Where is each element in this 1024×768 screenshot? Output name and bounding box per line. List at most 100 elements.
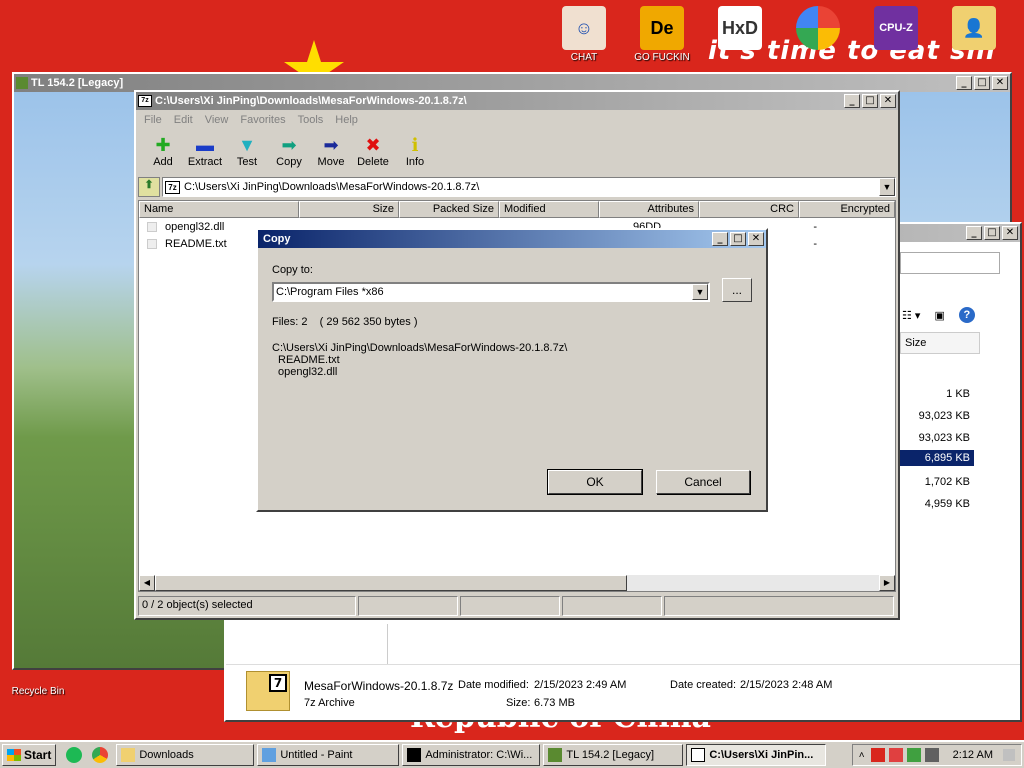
cancel-button[interactable]: Cancel [656, 470, 750, 494]
copy-to-label: Copy to: [272, 264, 313, 276]
address-dropdown-icon[interactable]: ▼ [879, 178, 895, 196]
task-downloads[interactable]: Downloads [116, 744, 255, 766]
details-size-value: 6.73 MB [534, 697, 575, 709]
task-paint[interactable]: Untitled - Paint [257, 744, 400, 766]
status-panel-5 [664, 596, 894, 616]
menu-help[interactable]: Help [331, 114, 366, 126]
show-desktop-icon[interactable] [1003, 749, 1015, 761]
minecraft-icon [16, 77, 28, 89]
minimize-button[interactable]: _ [844, 94, 860, 108]
view-options-icon[interactable]: ☷ ▾ [902, 309, 920, 322]
close-button[interactable]: ✕ [748, 232, 764, 246]
maximize-button[interactable]: □ [862, 94, 878, 108]
copy-to-combobox[interactable]: C:\Program Files *x86 ▼ [272, 282, 710, 302]
file-icon [147, 221, 157, 232]
clock[interactable]: 2:12 AM [953, 749, 993, 761]
copy-dialog[interactable]: Copy _ □ ✕ Copy to: C:\Program Files *x8… [256, 228, 768, 512]
user-folder-icon: 👤 [952, 6, 996, 50]
column-header-packed-size[interactable]: Packed Size [399, 201, 499, 218]
toolbar-add-button[interactable]: ✚ Add [142, 134, 184, 172]
task-sevenzip[interactable]: C:\Users\Xi JinPin... [686, 744, 827, 766]
desktop-icon-cpuz[interactable]: CPU-Z [864, 6, 928, 52]
close-button[interactable]: ✕ [992, 76, 1008, 90]
column-header-size[interactable]: Size [299, 201, 399, 218]
toolbar-copy-button[interactable]: ➡ Copy [268, 134, 310, 172]
windows-logo-icon [7, 749, 21, 761]
desktop-icon-hxd[interactable]: HxD [708, 6, 772, 52]
maximize-button[interactable]: □ [730, 232, 746, 246]
tray-expand-icon[interactable]: ˄ [859, 750, 865, 761]
hxd-icon: HxD [718, 6, 762, 50]
column-headers: Name Size Packed Size Modified Attributes CRC… [139, 201, 895, 218]
menu-file[interactable]: File [140, 114, 170, 126]
minimize-button[interactable]: _ [966, 226, 982, 240]
toolbar-test-button[interactable]: ▼ Test [226, 134, 268, 172]
chrome-icon[interactable] [92, 747, 109, 763]
explorer-search-input[interactable] [900, 252, 1000, 274]
copy-to-input[interactable]: C:\Program Files *x86 [274, 286, 692, 298]
start-button[interactable]: Start [2, 744, 57, 766]
minimize-button[interactable]: _ [712, 232, 728, 246]
toolbar-delete-button[interactable]: ✖ Delete [352, 134, 394, 172]
task-minecraft[interactable]: TL 154.2 [Legacy] [543, 744, 684, 766]
up-folder-button[interactable]: ⬆ [138, 177, 160, 197]
explorer-toolbar: ☷ ▾ ▣ ? [902, 304, 1022, 326]
maximize-button[interactable]: □ [974, 76, 990, 90]
help-icon[interactable]: ? [958, 307, 975, 323]
flag-icon[interactable] [870, 748, 885, 762]
toolbar-info-button[interactable]: ℹ Info [394, 134, 436, 172]
security-icon[interactable] [888, 748, 903, 762]
network-icon[interactable] [906, 748, 921, 762]
column-header-attributes[interactable]: Attributes [599, 201, 699, 218]
column-header-modified[interactable]: Modified [499, 201, 599, 218]
column-header-encrypted[interactable]: Encrypted [799, 201, 895, 218]
delete-icon: ✖ [365, 135, 381, 155]
explorer-size-cell[interactable]: 6,895 KB [898, 450, 974, 466]
maximize-button[interactable]: □ [984, 226, 1000, 240]
explorer-size-cell[interactable]: 1 KB [946, 388, 970, 400]
scroll-thumb[interactable] [155, 575, 627, 591]
file-icon [147, 238, 157, 249]
task-cmd[interactable]: Administrator: C:\Wi... [402, 744, 541, 766]
details-size-label: Size: [506, 697, 531, 709]
explorer-size-cell[interactable]: 1,702 KB [925, 476, 970, 488]
chevron-down-icon[interactable]: ▼ [692, 284, 708, 300]
explorer-size-cell[interactable]: 4,959 KB [925, 498, 970, 510]
source-path: C:\Users\Xi JinPing\Downloads\MesaForWin… [272, 342, 568, 354]
desktop-icon-photos[interactable] [786, 6, 850, 52]
desktop-icon-go[interactable]: De GO FUCKIN [630, 6, 694, 63]
menu-favorites[interactable]: Favorites [236, 114, 293, 126]
ok-button[interactable]: OK [547, 469, 643, 495]
close-button[interactable]: ✕ [1002, 226, 1018, 240]
status-selection: 0 / 2 object(s) selected [138, 596, 356, 616]
browse-button[interactable]: ... [722, 278, 752, 302]
column-header-name[interactable]: Name [139, 201, 299, 218]
explorer-size-cell[interactable]: 93,023 KB [919, 410, 970, 422]
copy-dialog-titlebar[interactable]: Copy _ □ ✕ [258, 230, 766, 248]
preview-pane-icon[interactable]: ▣ [934, 309, 944, 322]
desktop-icon-chat[interactable]: ☺ CHAT [552, 6, 616, 63]
minimize-button[interactable]: _ [956, 76, 972, 90]
volume-icon[interactable] [924, 748, 939, 762]
files-info: Files: 2 ( 29 562 350 bytes ) [272, 316, 418, 328]
desktop-icon-recycle-bin[interactable]: Recycle Bin [6, 670, 70, 697]
explorer-size-cell[interactable]: 93,023 KB [919, 432, 970, 444]
toolbar-move-button[interactable]: ➡ Move [310, 134, 352, 172]
horizontal-scrollbar[interactable]: ◀ ▶ [139, 575, 895, 591]
sevenzip-titlebar[interactable]: 7z C:\Users\Xi JinPing\Downloads\MesaFor… [136, 92, 898, 110]
address-input[interactable]: 7z C:\Users\Xi JinPing\Downloads\MesaFor… [162, 177, 896, 197]
menu-tools[interactable]: Tools [294, 114, 332, 126]
info-icon: ℹ [411, 135, 419, 155]
spotify-icon[interactable] [66, 747, 83, 763]
system-tray: ˄ 2:12 AM [851, 744, 1022, 766]
column-header-crc[interactable]: CRC [699, 201, 799, 218]
desktop-icon-user[interactable]: 👤 [942, 6, 1006, 52]
details-created-value: 2/15/2023 2:48 AM [740, 679, 833, 691]
close-button[interactable]: ✕ [880, 94, 896, 108]
menu-view[interactable]: View [201, 114, 237, 126]
menu-edit[interactable]: Edit [170, 114, 201, 126]
scroll-left-button[interactable]: ◀ [139, 575, 155, 591]
size-column-header[interactable]: Size [900, 332, 980, 354]
scroll-right-button[interactable]: ▶ [879, 575, 895, 591]
toolbar-extract-button[interactable]: ▬ Extract [184, 134, 226, 172]
